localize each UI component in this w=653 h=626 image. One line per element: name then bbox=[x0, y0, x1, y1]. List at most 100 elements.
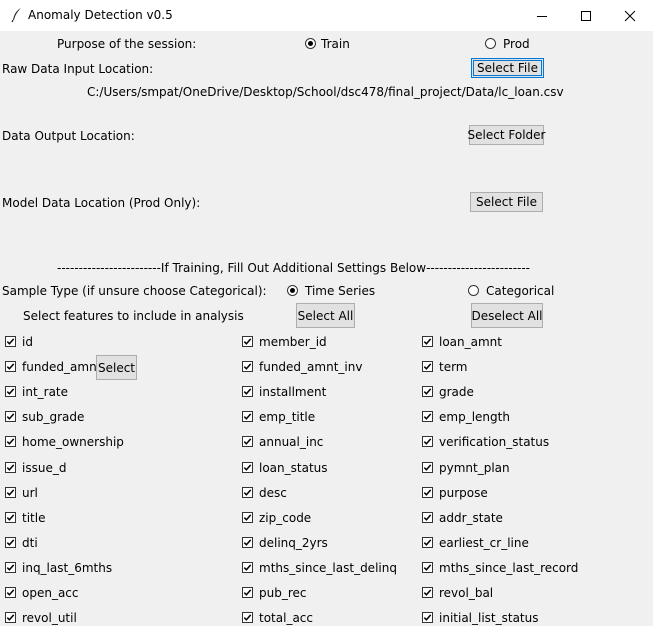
feature-label[interactable]: pymnt_plan bbox=[439, 460, 510, 476]
feature-checkbox[interactable] bbox=[242, 537, 253, 548]
select-folder-button[interactable]: Select Folder bbox=[468, 125, 545, 145]
deselect-all-button[interactable]: Deselect All bbox=[471, 303, 543, 328]
feature-checkbox[interactable] bbox=[242, 411, 253, 422]
purpose-label: Purpose of the session: bbox=[57, 37, 197, 51]
feature-label[interactable]: dti bbox=[22, 535, 38, 551]
sample-timeseries-radio[interactable] bbox=[287, 285, 298, 296]
close-button[interactable] bbox=[607, 0, 653, 31]
feature-label[interactable]: issue_d bbox=[22, 460, 66, 476]
model-label: Model Data Location (Prod Only): bbox=[2, 196, 201, 210]
feature-checkbox[interactable] bbox=[422, 361, 433, 372]
feature-label[interactable]: revol_util bbox=[22, 610, 77, 626]
feature-label[interactable]: home_ownership bbox=[22, 434, 124, 450]
feature-label[interactable]: verification_status bbox=[439, 434, 549, 450]
feature-checkbox[interactable] bbox=[422, 587, 433, 598]
sample-type-label: Sample Type (if unsure choose Categorica… bbox=[2, 284, 267, 298]
feature-label[interactable]: mths_since_last_record bbox=[439, 560, 578, 576]
feature-label[interactable]: member_id bbox=[259, 334, 327, 350]
feature-checkbox[interactable] bbox=[422, 411, 433, 422]
feature-label[interactable]: title bbox=[22, 510, 45, 526]
checkmark-icon bbox=[5, 411, 16, 422]
feature-checkbox[interactable] bbox=[5, 612, 16, 623]
feature-label[interactable]: addr_state bbox=[439, 510, 503, 526]
purpose-train-label[interactable]: Train bbox=[321, 36, 350, 52]
feature-checkbox[interactable] bbox=[242, 612, 253, 623]
feature-label[interactable]: earliest_cr_line bbox=[439, 535, 529, 551]
purpose-prod-radio[interactable] bbox=[485, 38, 496, 49]
feature-checkbox[interactable] bbox=[422, 612, 433, 623]
feature-checkbox[interactable] bbox=[242, 487, 253, 498]
feature-label[interactable]: purpose bbox=[439, 485, 488, 501]
feature-checkbox[interactable] bbox=[5, 587, 16, 598]
feature-label[interactable]: zip_code bbox=[259, 510, 311, 526]
feature-checkbox[interactable] bbox=[422, 336, 433, 347]
feature-checkbox[interactable] bbox=[422, 487, 433, 498]
feature-checkbox[interactable] bbox=[5, 512, 16, 523]
feature-checkbox[interactable] bbox=[5, 462, 16, 473]
feature-checkbox[interactable] bbox=[5, 436, 16, 447]
feature-checkbox[interactable] bbox=[242, 386, 253, 397]
maximize-button[interactable] bbox=[563, 0, 609, 31]
feature-label[interactable]: int_rate bbox=[22, 384, 68, 400]
feature-label[interactable]: delinq_2yrs bbox=[259, 535, 328, 551]
feature-checkbox[interactable] bbox=[422, 512, 433, 523]
minimize-button[interactable] bbox=[519, 0, 565, 31]
feature-label[interactable]: annual_inc bbox=[259, 434, 323, 450]
feature-checkbox[interactable] bbox=[422, 537, 433, 548]
checkmark-icon bbox=[5, 487, 16, 498]
feature-label[interactable]: total_acc bbox=[259, 610, 313, 626]
feature-checkbox[interactable] bbox=[422, 436, 433, 447]
feature-checkbox[interactable] bbox=[5, 487, 16, 498]
row-select-button[interactable]: Select bbox=[96, 355, 137, 380]
feature-checkbox[interactable] bbox=[422, 562, 433, 573]
feature-checkbox[interactable] bbox=[422, 462, 433, 473]
purpose-prod-label[interactable]: Prod bbox=[503, 36, 530, 52]
feature-label[interactable]: emp_title bbox=[259, 409, 315, 425]
checkmark-icon bbox=[422, 587, 433, 598]
feature-label[interactable]: inq_last_6mths bbox=[22, 560, 112, 576]
feature-label[interactable]: term bbox=[439, 359, 468, 375]
feature-checkbox[interactable] bbox=[5, 537, 16, 548]
feature-label[interactable]: grade bbox=[439, 384, 474, 400]
checkmark-icon bbox=[242, 336, 253, 347]
sample-timeseries-label[interactable]: Time Series bbox=[305, 283, 375, 299]
feature-checkbox[interactable] bbox=[422, 386, 433, 397]
feature-label[interactable]: installment bbox=[259, 384, 326, 400]
purpose-train-radio[interactable] bbox=[305, 38, 316, 49]
feature-label[interactable]: loan_amnt bbox=[439, 334, 502, 350]
feature-label[interactable]: revol_bal bbox=[439, 585, 493, 601]
feature-label[interactable]: initial_list_status bbox=[439, 610, 539, 626]
checkmark-icon bbox=[422, 562, 433, 573]
feature-label[interactable]: mths_since_last_delinq bbox=[259, 560, 397, 576]
feature-label[interactable]: loan_status bbox=[259, 460, 328, 476]
feature-label[interactable]: emp_length bbox=[439, 409, 510, 425]
feature-checkbox[interactable] bbox=[242, 436, 253, 447]
select-all-button[interactable]: Select All bbox=[296, 303, 355, 328]
feature-label[interactable]: funded_amnt bbox=[22, 359, 101, 375]
feature-checkbox[interactable] bbox=[242, 361, 253, 372]
feature-label[interactable]: pub_rec bbox=[259, 585, 307, 601]
output-label: Data Output Location: bbox=[2, 129, 135, 143]
checkmark-icon bbox=[242, 436, 253, 447]
feature-label[interactable]: sub_grade bbox=[22, 409, 84, 425]
feature-label[interactable]: id bbox=[22, 334, 33, 350]
feature-checkbox[interactable] bbox=[242, 587, 253, 598]
sample-categorical-label[interactable]: Categorical bbox=[486, 283, 554, 299]
feature-checkbox[interactable] bbox=[242, 336, 253, 347]
select-raw-file-button[interactable]: Select File bbox=[471, 58, 544, 78]
feature-label[interactable]: funded_amnt_inv bbox=[259, 359, 362, 375]
feature-checkbox[interactable] bbox=[5, 336, 16, 347]
checkmark-icon bbox=[5, 336, 16, 347]
feature-checkbox[interactable] bbox=[242, 462, 253, 473]
feature-checkbox[interactable] bbox=[5, 411, 16, 422]
feature-label[interactable]: desc bbox=[259, 485, 287, 501]
feature-label[interactable]: open_acc bbox=[22, 585, 79, 601]
feature-checkbox[interactable] bbox=[5, 386, 16, 397]
feature-label[interactable]: url bbox=[22, 485, 38, 501]
feature-checkbox[interactable] bbox=[5, 562, 16, 573]
feature-checkbox[interactable] bbox=[242, 512, 253, 523]
select-model-file-button[interactable]: Select File bbox=[470, 192, 543, 212]
feature-checkbox[interactable] bbox=[242, 562, 253, 573]
sample-categorical-radio[interactable] bbox=[468, 285, 479, 296]
feature-checkbox[interactable] bbox=[5, 361, 16, 372]
